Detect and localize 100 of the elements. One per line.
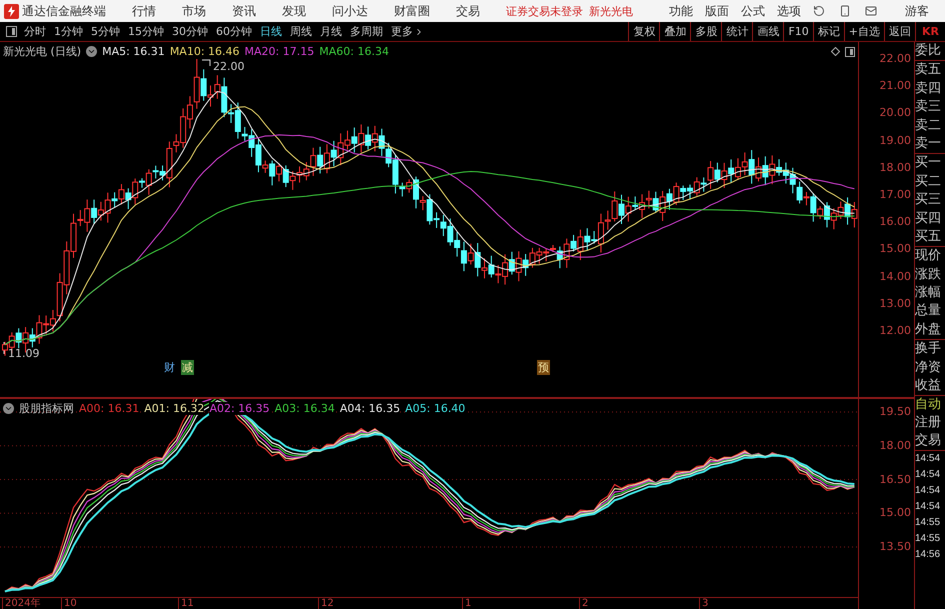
mail-icon[interactable] (865, 5, 877, 17)
period-tab[interactable]: 60分钟 (212, 22, 256, 41)
price-axis-label: 17.00 (880, 189, 911, 201)
tool-button[interactable]: +自选 (844, 22, 884, 41)
stock-name-link[interactable]: 新光光电 (589, 4, 633, 18)
tool-button[interactable]: 复权 (628, 22, 660, 41)
quote-field-label: 买一 (915, 154, 942, 172)
tool-button[interactable]: 返回 (884, 22, 915, 41)
price-axis-label: 13.00 (880, 298, 911, 310)
indicator-legend: A05: 16.40 (405, 402, 466, 415)
indicator-axis-label: 15.00 (880, 507, 911, 520)
period-tab[interactable]: 日线 (256, 22, 286, 41)
trade-time: 14:56 (915, 548, 942, 562)
price-axis-label: 21.00 (880, 80, 911, 92)
tool-button[interactable]: 标记 (812, 22, 844, 41)
period-tab[interactable]: 分时 (20, 22, 50, 41)
moving-average-legend: MA10: 16.46 (170, 45, 240, 58)
diamond-icon[interactable] (831, 47, 840, 56)
high-price-label: 22.00 (213, 60, 244, 73)
auto-mode-button[interactable]: 自动 (915, 396, 945, 414)
period-tab[interactable]: 15分钟 (124, 22, 168, 41)
price-axis-label: 22.00 (880, 53, 911, 65)
user-label[interactable]: 游客 (905, 2, 929, 20)
date-axis-label: 11 (178, 598, 194, 609)
quote-field-label: 卖四 (915, 80, 942, 98)
indicator-legend: A01: 16.32 (144, 402, 204, 415)
menu-item[interactable]: 公式 (741, 2, 765, 20)
chart-title: 新光光电 (日线) (3, 44, 82, 59)
app-title: 通达信金融终端 (22, 2, 106, 20)
period-tab[interactable]: 月线 (316, 22, 346, 41)
date-axis-label: 10 (61, 598, 77, 609)
quote-panel-link[interactable]: 交易 (915, 432, 945, 450)
login-status[interactable]: 证券交易未登录 (506, 4, 583, 18)
menu-item[interactable]: 问小达 (332, 2, 368, 20)
quote-field-label: 收益 (915, 377, 942, 396)
price-axis-label: 19.00 (880, 134, 911, 147)
menu-item[interactable]: 发现 (282, 2, 306, 20)
quote-field-label: 外盘 (915, 320, 942, 339)
event-tag[interactable]: 预 (537, 360, 550, 375)
price-axis-label: 18.00 (880, 162, 911, 174)
tool-button[interactable]: 叠加 (659, 22, 690, 41)
app-logo-icon (4, 4, 19, 18)
menu-item[interactable]: 行情 (132, 2, 156, 20)
menu-item[interactable]: 资讯 (232, 2, 256, 20)
panel-header: KR (915, 22, 945, 41)
quote-field-label: 买二 (915, 172, 942, 191)
event-tag[interactable]: 减 (181, 360, 194, 375)
indicator-legend: A03: 16.34 (274, 402, 335, 415)
quote-field-label: 卖五 (915, 61, 942, 80)
quote-field-label: 现价 (915, 247, 942, 266)
trade-time: 14:55 (915, 532, 942, 546)
quote-panel-link[interactable]: 注册 (915, 414, 945, 432)
period-tab[interactable]: 5分钟 (87, 22, 124, 41)
trade-time: 14:54 (915, 468, 942, 482)
dropdown-icon[interactable] (86, 46, 98, 57)
dropdown-icon[interactable] (3, 403, 14, 414)
menu-item[interactable]: 功能 (669, 2, 693, 20)
menu-item[interactable]: 市场 (182, 2, 206, 20)
quote-field-label: 卖一 (915, 134, 942, 153)
price-axis-label: 16.00 (880, 216, 911, 228)
period-tab[interactable]: 多周期 (346, 22, 387, 41)
date-axis-label: 12 (318, 598, 334, 609)
quote-field-label: 买四 (915, 210, 942, 228)
moving-average-legend: MA60: 16.34 (319, 45, 389, 58)
tool-button[interactable]: 画线 (752, 22, 784, 41)
date-axis-label: 2024年 (2, 598, 40, 609)
more-button[interactable]: 更多 (387, 22, 428, 41)
panel-toggle-icon[interactable] (845, 46, 855, 56)
trade-time: 14:54 (915, 452, 942, 466)
tool-button[interactable]: 多股 (690, 22, 722, 41)
period-tab[interactable]: 30分钟 (168, 22, 212, 41)
menu-item[interactable]: 版面 (705, 2, 729, 20)
refresh-icon[interactable] (813, 5, 825, 17)
phone-icon[interactable] (839, 5, 851, 17)
period-tab[interactable]: 周线 (286, 22, 316, 41)
trade-time: 14:55 (915, 516, 942, 530)
low-price-label: 11.09 (8, 347, 40, 360)
quote-field-label: 委比 (915, 42, 942, 60)
quote-field-label: 买五 (915, 228, 942, 246)
tool-button[interactable]: 统计 (721, 22, 752, 41)
quote-field-label: 卖三 (915, 98, 942, 116)
tool-button[interactable]: F10 (783, 22, 813, 41)
period-tab[interactable]: 1分钟 (50, 22, 87, 41)
price-axis-label: 12.00 (880, 325, 911, 337)
price-axis-label: 14.00 (880, 270, 911, 283)
indicator-legend: A00: 16.31 (79, 402, 140, 415)
price-axis-label: 15.00 (880, 243, 911, 256)
indicator-title: 股朋指标网 (19, 401, 74, 416)
menu-item[interactable]: 选项 (777, 2, 801, 20)
trade-time: 14:54 (915, 500, 942, 514)
moving-average-legend: MA20: 17.15 (244, 45, 314, 58)
menu-item[interactable]: 交易 (456, 2, 480, 20)
indicator-axis-label: 19.50 (880, 406, 911, 418)
quote-field-label: 换手 (915, 340, 942, 358)
quote-field-label: 涨幅 (915, 284, 942, 302)
quote-field-label: 净资 (915, 358, 942, 377)
menu-item[interactable]: 财富圈 (394, 2, 430, 20)
price-axis-label: 20.00 (880, 107, 911, 120)
date-axis-label: 2 (579, 598, 588, 609)
event-marker[interactable]: 财 (164, 360, 175, 375)
